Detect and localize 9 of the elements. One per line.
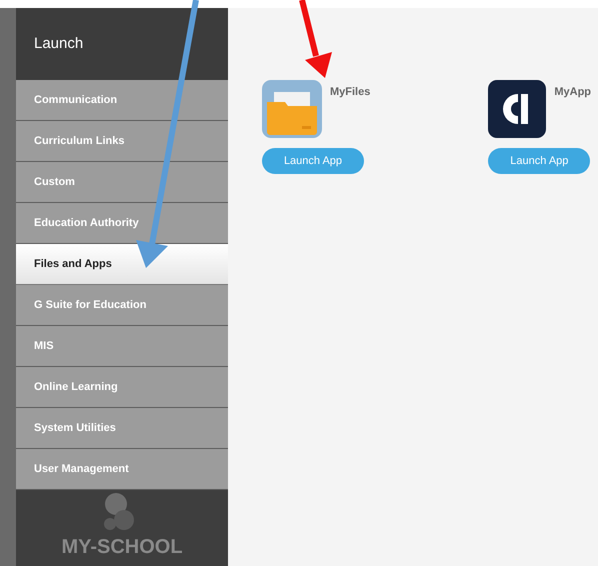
app-name: MyApp	[554, 85, 592, 100]
sidebar-title: Launch	[34, 34, 84, 54]
app-name: MyFiles	[330, 85, 370, 100]
folder-icon	[262, 80, 322, 138]
launch-app-button[interactable]: Launch App	[262, 148, 364, 174]
sidebar-item[interactable]: Files and Apps	[16, 244, 228, 285]
logo-text: MY-SCHOOL	[61, 535, 183, 560]
ruler-icon	[488, 80, 546, 138]
launch-app-button[interactable]: Launch App	[488, 148, 590, 174]
